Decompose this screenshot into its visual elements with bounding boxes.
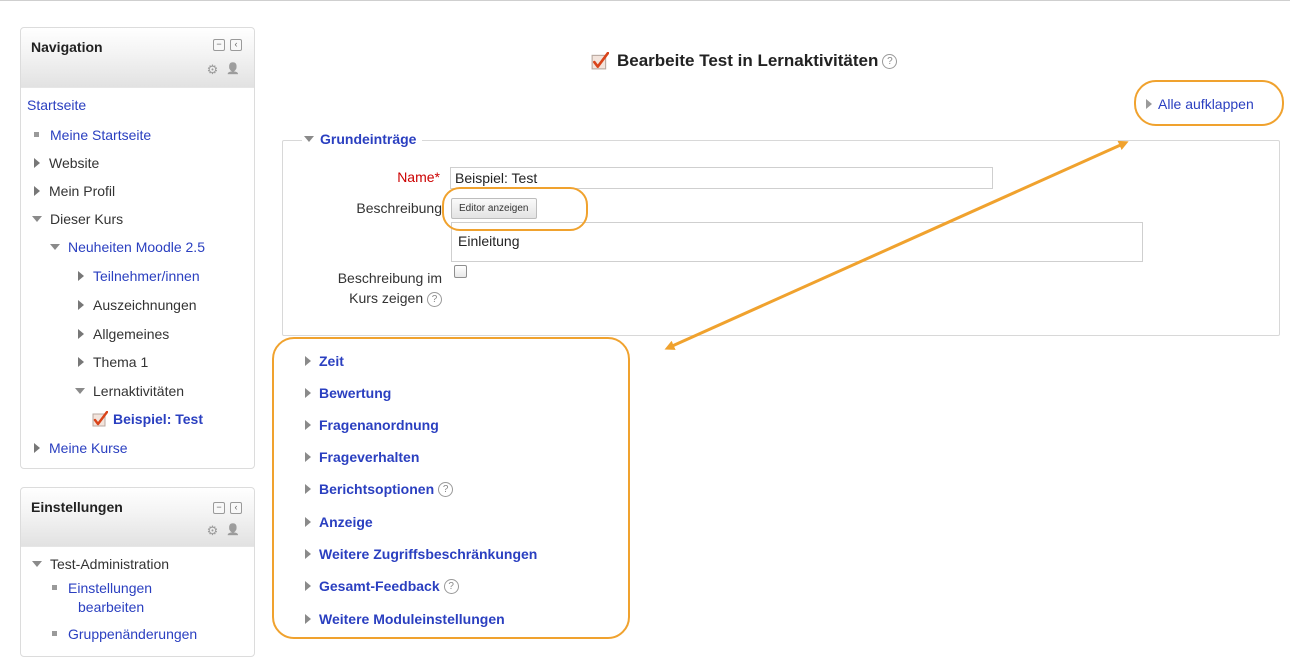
navigation-block-title: Navigation bbox=[31, 39, 103, 55]
nav-item-thema-1[interactable]: Thema 1 bbox=[78, 354, 148, 370]
collapse-tree-icon bbox=[32, 561, 42, 567]
expand-icon bbox=[78, 300, 84, 310]
section-zeit[interactable]: Zeit bbox=[305, 353, 344, 369]
expand-icon bbox=[1146, 99, 1152, 109]
expand-icon bbox=[305, 484, 311, 494]
nav-item-website[interactable]: Website bbox=[34, 155, 99, 171]
collapse-icon[interactable]: − bbox=[213, 39, 225, 51]
nav-item-startseite[interactable]: Startseite bbox=[27, 97, 86, 113]
collapse-tree-icon bbox=[75, 388, 85, 394]
expand-icon bbox=[34, 158, 40, 168]
section-frageverhalten[interactable]: Frageverhalten bbox=[305, 449, 419, 465]
show-editor-button[interactable]: Editor anzeigen bbox=[451, 198, 537, 219]
nav-item-dieser-kurs[interactable]: Dieser Kurs bbox=[32, 211, 123, 227]
help-icon[interactable]: ? bbox=[427, 291, 442, 307]
nav-item-lernaktivitaeten[interactable]: Lernaktivitäten bbox=[75, 383, 184, 399]
settings-item-test-admin[interactable]: Test-Administration bbox=[32, 556, 169, 572]
description-textarea[interactable]: Einleitung bbox=[451, 222, 1143, 262]
expand-icon bbox=[305, 356, 311, 366]
nav-item-course[interactable]: Neuheiten Moodle 2.5 bbox=[50, 239, 205, 255]
bullet-icon bbox=[52, 585, 57, 590]
name-label: Name* bbox=[397, 169, 440, 185]
expand-all-link[interactable]: Alle aufklappen bbox=[1146, 96, 1254, 112]
section-anzeige[interactable]: Anzeige bbox=[305, 514, 373, 530]
section-fragenanordnung[interactable]: Fragenanordnung bbox=[305, 417, 439, 433]
nav-item-allgemeines[interactable]: Allgemeines bbox=[78, 326, 169, 342]
expand-icon bbox=[34, 443, 40, 453]
top-border bbox=[0, 0, 1290, 1]
dock-icon[interactable]: ‹ bbox=[230, 39, 242, 51]
gear-icon[interactable]: ⚙ bbox=[207, 523, 219, 539]
expand-icon bbox=[305, 517, 311, 527]
section-gesamt-feedback[interactable]: Gesamt-Feedback? bbox=[305, 578, 459, 594]
nav-item-beispiel-test[interactable]: Beispiel: Test bbox=[92, 411, 203, 427]
expand-icon bbox=[78, 271, 84, 281]
expand-icon bbox=[305, 581, 311, 591]
expand-icon bbox=[78, 329, 84, 339]
nav-item-teilnehmer[interactable]: Teilnehmer/innen bbox=[78, 268, 200, 284]
settings-item-edit[interactable]: Einstellungen bbox=[52, 580, 152, 596]
add-user-icon[interactable]: 👤 bbox=[226, 62, 240, 78]
expand-icon bbox=[305, 420, 311, 430]
help-icon[interactable]: ? bbox=[438, 481, 454, 497]
show-description-checkbox[interactable] bbox=[454, 265, 467, 278]
expand-icon bbox=[305, 388, 311, 398]
expand-icon bbox=[305, 614, 311, 624]
show-description-label: Beschreibung im Kurs zeigen ? bbox=[337, 270, 442, 307]
navigation-block-header: Navigation − ‹ ⚙ 👤 bbox=[21, 28, 254, 88]
help-icon[interactable]: ? bbox=[443, 578, 459, 594]
name-input[interactable] bbox=[450, 167, 993, 189]
bullet-icon bbox=[52, 631, 57, 636]
add-user-icon[interactable]: 👤 bbox=[226, 523, 240, 539]
settings-block-title: Einstellungen bbox=[31, 499, 123, 515]
dock-icon[interactable]: ‹ bbox=[230, 502, 242, 514]
quiz-icon bbox=[591, 52, 609, 70]
bullet-icon bbox=[34, 132, 39, 137]
section-moduleinstellungen[interactable]: Weitere Moduleinstellungen bbox=[305, 611, 505, 627]
expand-icon bbox=[78, 357, 84, 367]
nav-item-auszeichnungen[interactable]: Auszeichnungen bbox=[78, 297, 197, 313]
nav-item-meine-startseite[interactable]: Meine Startseite bbox=[34, 127, 151, 143]
collapse-tree-icon bbox=[32, 216, 42, 222]
required-marker: * bbox=[434, 169, 440, 185]
quiz-icon bbox=[92, 411, 108, 427]
expand-icon bbox=[34, 186, 40, 196]
nav-item-mein-profil[interactable]: Mein Profil bbox=[34, 183, 115, 199]
settings-block-header: Einstellungen − ‹ ⚙ 👤 bbox=[21, 488, 254, 547]
help-icon[interactable]: ? bbox=[882, 53, 898, 69]
description-label: Beschreibung bbox=[356, 200, 442, 216]
general-legend[interactable]: Grundeinträge bbox=[302, 131, 423, 147]
collapse-icon[interactable]: − bbox=[213, 502, 225, 514]
collapse-tree-icon bbox=[50, 244, 60, 250]
page-title-text: Bearbeite Test in Lernaktivitäten bbox=[617, 51, 879, 70]
gear-icon[interactable]: ⚙ bbox=[207, 62, 219, 78]
expand-icon bbox=[305, 452, 311, 462]
expand-icon bbox=[305, 549, 311, 559]
section-zugriffsbeschraenkungen[interactable]: Weitere Zugriffsbeschränkungen bbox=[305, 546, 537, 562]
settings-item-groups[interactable]: Gruppenänderungen bbox=[52, 626, 197, 642]
section-bewertung[interactable]: Bewertung bbox=[305, 385, 391, 401]
settings-item-edit-line2[interactable]: bearbeiten bbox=[78, 599, 144, 615]
page-title: Bearbeite Test in Lernaktivitäten ? bbox=[591, 51, 898, 71]
section-berichtsoptionen[interactable]: Berichtsoptionen? bbox=[305, 481, 454, 497]
collapse-tree-icon bbox=[304, 136, 314, 142]
nav-item-meine-kurse[interactable]: Meine Kurse bbox=[34, 440, 128, 456]
